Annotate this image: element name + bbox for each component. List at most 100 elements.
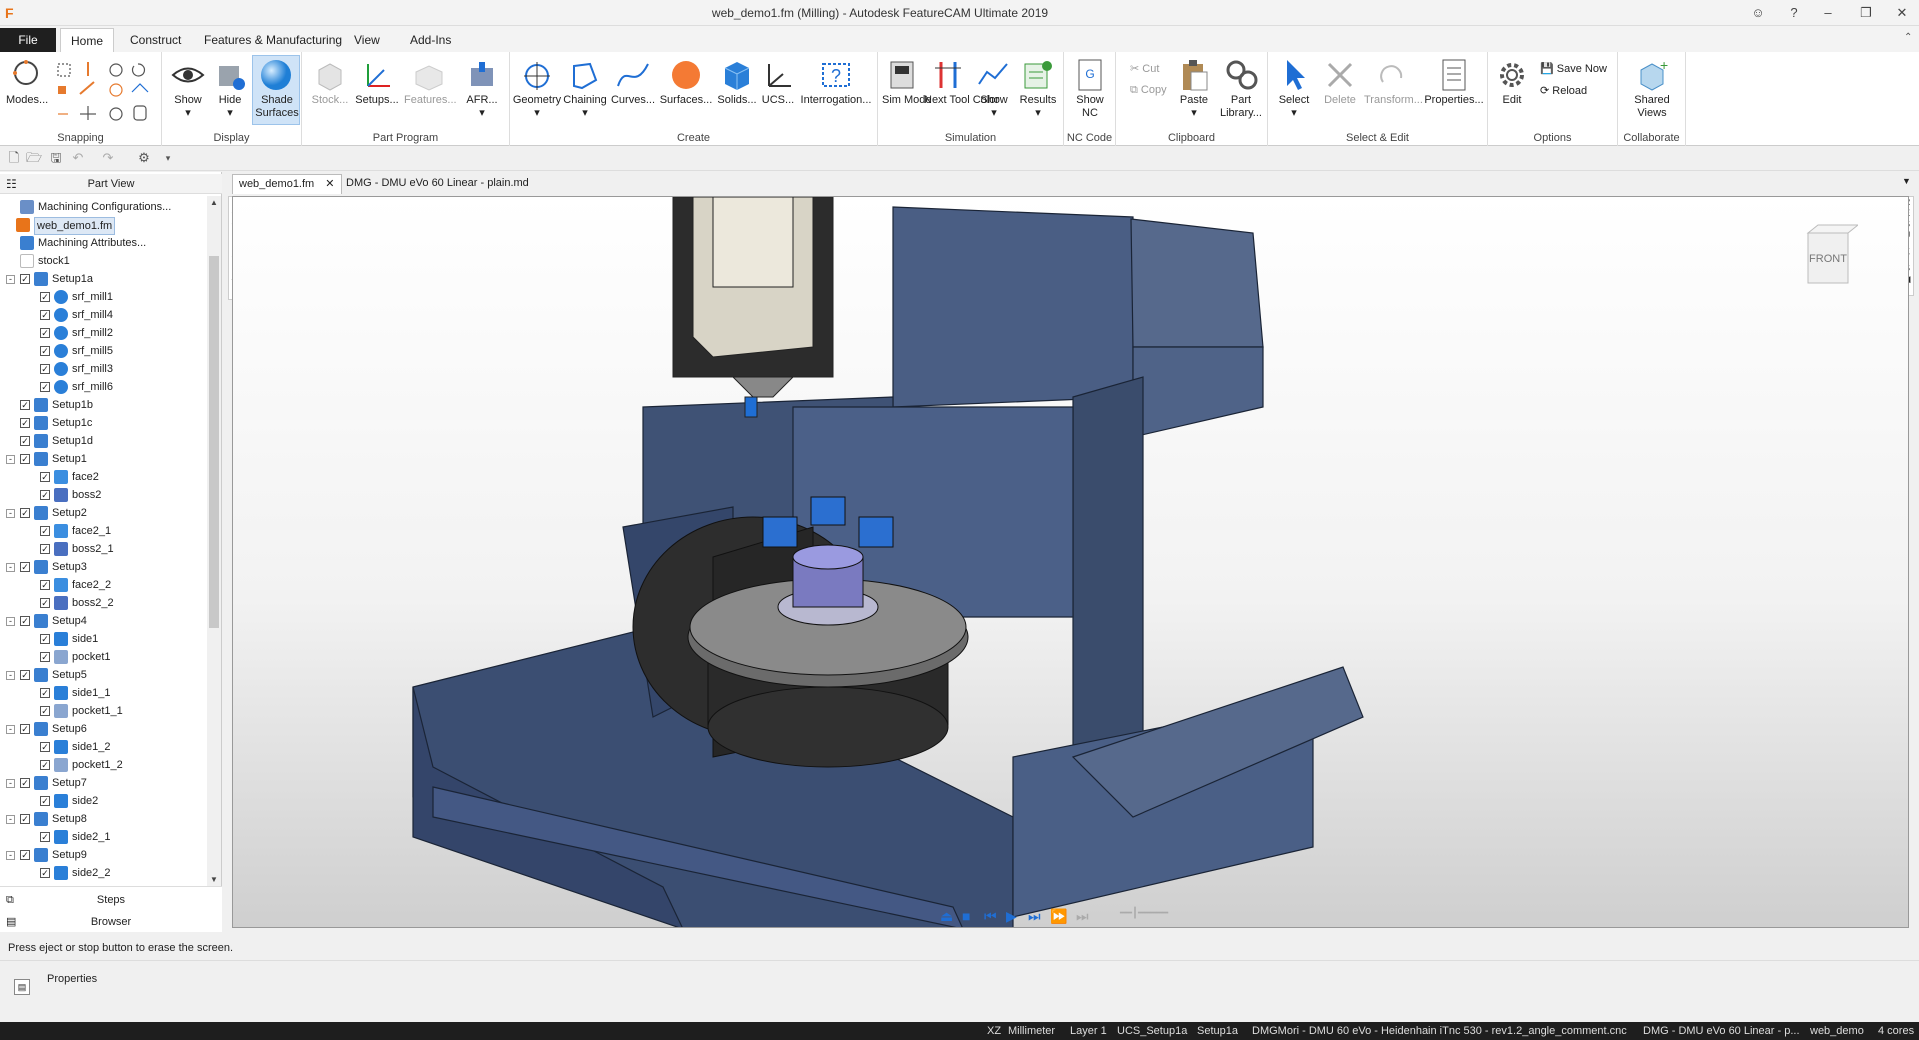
status-post[interactable]: DMGMori - DMU 60 eVo - Heidenhain iTnc 5… (1252, 1025, 1627, 1037)
results-button[interactable]: Results ▾ (1016, 58, 1060, 120)
modes-button[interactable]: Modes... (6, 58, 48, 107)
scroll-up-icon[interactable]: ▲ (207, 198, 221, 207)
transform-button[interactable]: Transform... (1364, 58, 1423, 107)
visibility-checkbox[interactable]: ✓ (40, 760, 50, 770)
visibility-checkbox[interactable]: ✓ (40, 364, 50, 374)
help-community-icon[interactable]: ☺ (1744, 2, 1772, 24)
visibility-checkbox[interactable]: ✓ (20, 418, 30, 428)
visibility-checkbox[interactable]: ✓ (40, 346, 50, 356)
status-setup[interactable]: Setup1a (1197, 1025, 1238, 1037)
eject-icon[interactable]: ⏏ (940, 908, 953, 925)
visibility-checkbox[interactable]: ✓ (20, 274, 30, 284)
new-file-icon[interactable]: 🗋 (6, 150, 22, 166)
visibility-checkbox[interactable]: ✓ (40, 472, 50, 482)
close-button[interactable]: ✕ (1888, 2, 1916, 24)
visibility-checkbox[interactable]: ✓ (40, 652, 50, 662)
status-layer[interactable]: Layer 1 (1070, 1025, 1107, 1037)
properties-icon[interactable]: ▤ (14, 979, 30, 995)
end-icon[interactable]: ⏭ (1076, 908, 1089, 925)
step-forward-icon[interactable]: ⏭ (1028, 908, 1041, 925)
fast-forward-icon[interactable]: ⏩ (1050, 908, 1067, 925)
visibility-checkbox[interactable]: ✓ (20, 436, 30, 446)
visibility-checkbox[interactable]: ✓ (40, 706, 50, 716)
visibility-checkbox[interactable]: ✓ (20, 508, 30, 518)
doc-tabs-dropdown-icon[interactable]: ▼ (1902, 176, 1911, 186)
3d-viewport[interactable]: FRONT (232, 196, 1909, 928)
visibility-checkbox[interactable]: ✓ (40, 310, 50, 320)
visibility-checkbox[interactable]: ✓ (20, 724, 30, 734)
tab-features-manufacturing[interactable]: Features & Manufacturing (194, 28, 352, 52)
visibility-checkbox[interactable]: ✓ (20, 454, 30, 464)
speed-slider[interactable]: ━━┃━━━━━ (1120, 908, 1168, 919)
reload-button[interactable]: ⟳ Reload (1540, 84, 1587, 97)
status-ucs[interactable]: UCS_Setup1a (1117, 1025, 1187, 1037)
visibility-checkbox[interactable]: ✓ (20, 400, 30, 410)
ucs-button[interactable]: UCS... (760, 58, 796, 107)
copy-button[interactable]: ⧉ Copy (1130, 84, 1167, 97)
tab-home[interactable]: Home (60, 28, 115, 52)
expand-toggle-icon[interactable]: - (6, 617, 15, 626)
visibility-checkbox[interactable]: ✓ (20, 670, 30, 680)
visibility-checkbox[interactable]: ✓ (40, 526, 50, 536)
open-file-icon[interactable]: 🗁 (26, 150, 42, 166)
tree-scrollbar[interactable]: ▲ ▼ (207, 196, 221, 886)
tab-file[interactable]: File (0, 28, 56, 52)
part-library-button[interactable]: Part Library... (1216, 58, 1266, 120)
steps-tab[interactable]: ⧉ Steps (0, 889, 222, 911)
interrogation-button[interactable]: ? Interrogation... (798, 58, 874, 107)
snapping-icons-grid[interactable] (54, 60, 158, 124)
show-nc-button[interactable]: G Show NC (1068, 58, 1112, 120)
expand-toggle-icon[interactable]: - (6, 509, 15, 518)
expand-toggle-icon[interactable]: - (6, 779, 15, 788)
play-icon[interactable]: ▶ (1006, 908, 1017, 925)
doc-tab-machine[interactable]: DMG - DMU eVo 60 Linear - plain.md (340, 174, 535, 194)
expand-toggle-icon[interactable]: - (6, 725, 15, 734)
minimize-button[interactable]: – (1814, 2, 1842, 24)
redo-icon[interactable]: ↷ (100, 150, 116, 166)
features-button[interactable]: Features... (404, 58, 457, 107)
setups-button[interactable]: Setups... (354, 58, 400, 107)
view-cube[interactable]: FRONT (1804, 223, 1860, 287)
stock-button[interactable]: Stock... (310, 58, 350, 107)
qat-dropdown-icon[interactable]: ▾ (160, 150, 176, 166)
shared-views-button[interactable]: + Shared Views (1622, 58, 1682, 120)
paste-button[interactable]: Paste ▾ (1174, 58, 1214, 120)
visibility-checkbox[interactable]: ✓ (20, 616, 30, 626)
expand-toggle-icon[interactable]: - (6, 851, 15, 860)
visibility-checkbox[interactable]: ✓ (40, 796, 50, 806)
cut-button[interactable]: ✂ Cut (1130, 62, 1159, 75)
scroll-down-icon[interactable]: ▼ (207, 875, 221, 884)
visibility-checkbox[interactable]: ✓ (20, 562, 30, 572)
visibility-checkbox[interactable]: ✓ (20, 814, 30, 824)
settings-gear-icon[interactable]: ⚙ (136, 150, 152, 166)
status-machine[interactable]: DMG - DMU eVo 60 Linear - p... (1643, 1025, 1800, 1037)
browser-tab[interactable]: ▤ Browser (0, 911, 222, 933)
visibility-checkbox[interactable]: ✓ (40, 598, 50, 608)
sim-show-button[interactable]: Show ▾ (974, 58, 1014, 120)
visibility-checkbox[interactable]: ✓ (40, 490, 50, 500)
surfaces-button[interactable]: Surfaces... (658, 58, 714, 107)
show-button[interactable]: Show ▾ (168, 58, 208, 120)
select-button[interactable]: Select ▾ (1274, 58, 1314, 120)
collapse-ribbon-icon[interactable]: ⌃ (1904, 32, 1912, 43)
close-tab-icon[interactable]: ✕ (325, 178, 334, 190)
geometry-button[interactable]: Geometry ▾ (512, 58, 562, 120)
save-now-button[interactable]: 💾 Save Now (1540, 62, 1607, 75)
curves-button[interactable]: Curves... (608, 58, 658, 107)
hide-button[interactable]: Hide ▾ (210, 58, 250, 120)
step-back-icon[interactable]: ⏮ (984, 908, 997, 925)
status-units[interactable]: Millimeter (1008, 1025, 1055, 1037)
expand-toggle-icon[interactable]: - (6, 455, 15, 464)
visibility-checkbox[interactable]: ✓ (20, 778, 30, 788)
tab-construct[interactable]: Construct (120, 28, 191, 52)
properties-label[interactable]: Properties (47, 973, 97, 985)
scroll-thumb[interactable] (209, 256, 219, 628)
properties-button[interactable]: Properties... (1424, 58, 1484, 107)
visibility-checkbox[interactable]: ✓ (40, 580, 50, 590)
shade-surfaces-button[interactable]: Shade Surfaces (252, 55, 300, 125)
undo-icon[interactable]: ↶ (70, 150, 86, 166)
delete-button[interactable]: Delete (1320, 58, 1360, 107)
expand-toggle-icon[interactable]: - (6, 671, 15, 680)
expand-toggle-icon[interactable]: - (6, 815, 15, 824)
visibility-checkbox[interactable]: ✓ (40, 382, 50, 392)
